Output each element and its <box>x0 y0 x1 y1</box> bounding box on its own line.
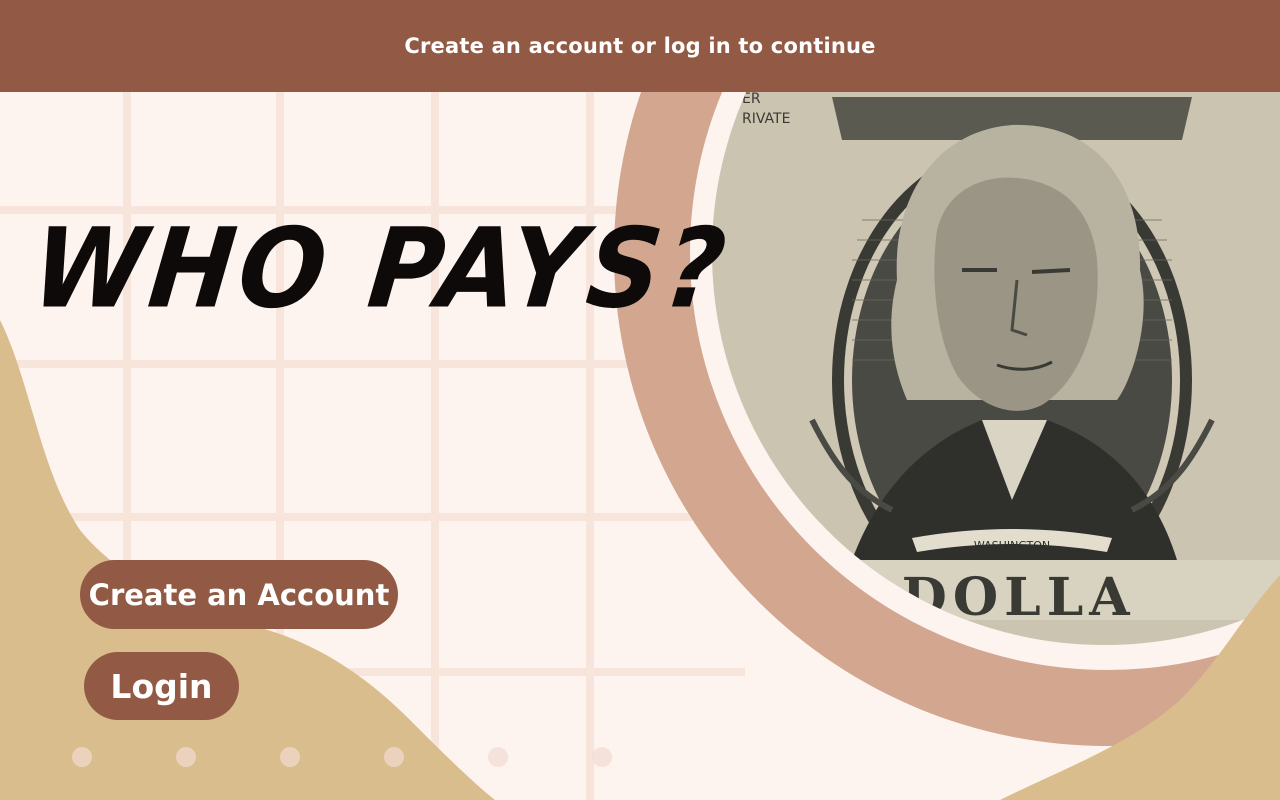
landing-page: Create an account or log in to continue <box>0 0 1280 800</box>
top-banner: Create an account or log in to continue <box>0 0 1280 92</box>
banner-message: Create an account or log in to continue <box>404 34 876 58</box>
page-headline: WHO PAYS? <box>26 205 736 334</box>
login-button[interactable]: Login <box>84 652 239 720</box>
create-account-button[interactable]: Create an Account <box>80 560 398 629</box>
